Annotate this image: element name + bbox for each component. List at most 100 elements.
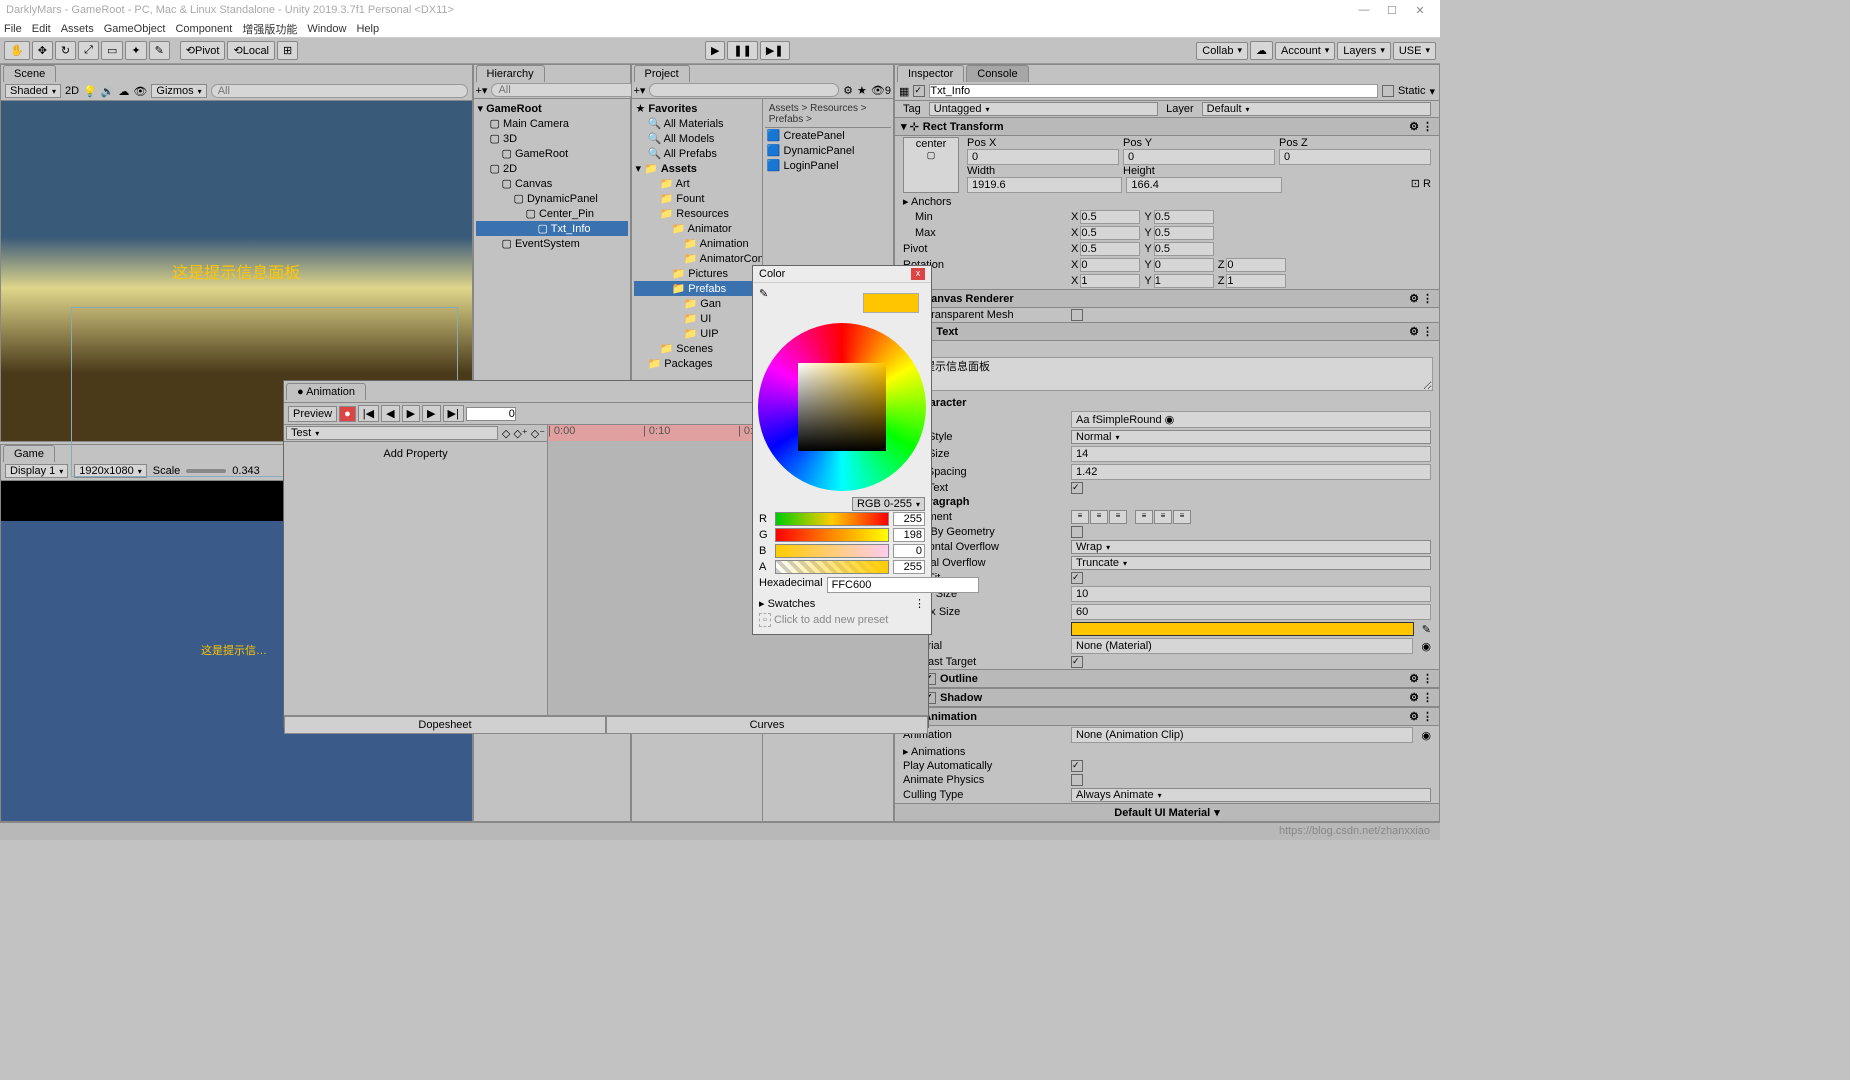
preview-button[interactable]: Preview — [288, 406, 337, 422]
project-item[interactable]: 🔍 All Prefabs — [634, 146, 760, 161]
bestfit-checkbox[interactable] — [1071, 572, 1083, 584]
sv-square[interactable] — [798, 363, 886, 451]
hierarchy-item[interactable]: ▢ Canvas — [476, 176, 628, 191]
default-material[interactable]: Default UI Material ▾ — [895, 803, 1439, 821]
text-component-header[interactable]: ▾ T Text⚙ ⋮ — [895, 322, 1439, 341]
prefab-item[interactable]: 🟦 LoginPanel — [765, 158, 891, 173]
scene-search[interactable] — [211, 84, 468, 98]
b-field[interactable] — [893, 544, 925, 558]
hierarchy-item[interactable]: ▢ GameRoot — [476, 146, 628, 161]
scene-2d-toggle[interactable]: 2D — [65, 85, 79, 97]
project-item[interactable]: 📁 Animator — [634, 221, 760, 236]
close-button[interactable]: ✕ — [1406, 4, 1434, 17]
text-textarea[interactable]: 这是提示信息面板 — [901, 357, 1433, 391]
hierarchy-item[interactable]: ▢ Center_Pin — [476, 206, 628, 221]
project-item[interactable]: 📁 Fount — [634, 191, 760, 206]
r-field[interactable] — [893, 512, 925, 526]
pivot-toggle[interactable]: ⟲Pivot — [180, 41, 226, 60]
account-dropdown[interactable]: Account — [1275, 42, 1335, 60]
move-tool[interactable]: ✥ — [32, 41, 53, 60]
project-item[interactable]: 🔍 All Models — [634, 131, 760, 146]
curves-tab[interactable]: Curves — [606, 716, 928, 734]
hierarchy-item[interactable]: ▢ DynamicPanel — [476, 191, 628, 206]
color-field[interactable] — [1071, 622, 1414, 636]
maximize-button[interactable]: ☐ — [1378, 4, 1406, 17]
g-slider[interactable] — [775, 528, 889, 542]
prefab-item[interactable]: 🟦 DynamicPanel — [765, 143, 891, 158]
clip-dropdown[interactable]: Test — [286, 426, 498, 440]
g-field[interactable] — [893, 528, 925, 542]
layout-dropdown[interactable]: USE — [1393, 42, 1436, 60]
menu-component[interactable]: Component — [175, 23, 232, 35]
maxsize-field[interactable] — [1071, 604, 1431, 620]
scene-light-icon[interactable]: 💡 — [83, 85, 97, 98]
hand-tool[interactable]: ✋ — [4, 41, 30, 60]
hierarchy-item[interactable]: ▢ Main Camera — [476, 116, 628, 131]
rect-tool[interactable]: ▭ — [101, 41, 123, 60]
prev-frame-button[interactable]: ◀ — [381, 405, 399, 422]
create-dropdown[interactable]: +▾ — [476, 84, 488, 97]
anchor-min-x[interactable] — [1080, 210, 1140, 224]
custom-tool[interactable]: ✎ — [149, 41, 170, 60]
project-item[interactable]: 📁 UI — [634, 311, 760, 326]
frame-field[interactable] — [466, 407, 516, 421]
layers-dropdown[interactable]: Layers — [1337, 42, 1391, 60]
scene-audio-icon[interactable]: 🔊 — [101, 85, 115, 98]
project-item[interactable]: 📁 Art — [634, 176, 760, 191]
project-item[interactable]: 📁 Scenes — [634, 341, 760, 356]
menu-file[interactable]: File — [4, 23, 22, 35]
hierarchy-item[interactable]: ▢ Txt_Info — [476, 221, 628, 236]
snap-toggle[interactable]: ⊞ — [277, 41, 298, 60]
project-item[interactable]: 📁 UIP — [634, 326, 760, 341]
project-item[interactable]: 📁 AnimatorControll — [634, 251, 760, 266]
color-picker-window[interactable]: Colorx ✎ RGB 0-255 R G B A Hexadecimal ▸… — [752, 265, 932, 635]
r-slider[interactable] — [775, 512, 889, 526]
playauto-checkbox[interactable] — [1071, 760, 1083, 772]
color-wheel[interactable] — [758, 323, 926, 491]
menu-edit[interactable]: Edit — [32, 23, 51, 35]
fav-icon[interactable]: ★ — [857, 84, 867, 97]
pivot-y[interactable] — [1154, 242, 1214, 256]
hierarchy-tab[interactable]: Hierarchy — [476, 65, 545, 82]
posz-field[interactable] — [1279, 149, 1431, 165]
project-tab[interactable]: Project — [634, 65, 690, 82]
rect-transform-header[interactable]: ▾ ⊹ Rect Transform⚙ ⋮ — [895, 117, 1439, 136]
anchor-min-y[interactable] — [1154, 210, 1214, 224]
animation-tab[interactable]: ● Animation — [286, 383, 366, 400]
font-style-dropdown[interactable]: Normal — [1071, 430, 1431, 444]
scl-y[interactable] — [1154, 274, 1214, 288]
font-field[interactable]: Aa fSimpleRound ◉ — [1071, 411, 1431, 428]
play-anim-button[interactable]: ▶ — [402, 405, 420, 422]
menu-enhanced[interactable]: 增强版功能 — [242, 21, 297, 37]
v-overflow-dropdown[interactable]: Truncate — [1071, 556, 1431, 570]
anchor-preset[interactable]: center▢ — [903, 137, 959, 193]
local-toggle[interactable]: ⟲Local — [227, 41, 275, 60]
static-checkbox[interactable] — [1382, 85, 1394, 97]
outline-header[interactable]: ▸ ▢ Outline⚙ ⋮ — [895, 669, 1439, 688]
height-field[interactable] — [1126, 177, 1281, 193]
game-tab[interactable]: Game — [3, 445, 55, 462]
scl-z[interactable] — [1226, 274, 1286, 288]
gizmos-dropdown[interactable]: Gizmos — [151, 84, 206, 98]
pivot-x[interactable] — [1080, 242, 1140, 256]
shading-mode[interactable]: Shaded — [5, 84, 61, 98]
project-item[interactable]: 📁 Pictures — [634, 266, 760, 281]
alignbg-checkbox[interactable] — [1071, 526, 1083, 538]
minsize-field[interactable] — [1071, 586, 1431, 602]
color-picker-close[interactable]: x — [911, 268, 925, 280]
add-preset-button[interactable]: ▫ — [759, 613, 771, 627]
a-field[interactable] — [893, 560, 925, 574]
rot-z[interactable] — [1226, 258, 1286, 272]
next-frame-button[interactable]: ▶ — [422, 405, 440, 422]
animation-header[interactable]: ▾ ◉ Animation⚙ ⋮ — [895, 707, 1439, 726]
hierarchy-item[interactable]: ▢ 3D — [476, 131, 628, 146]
project-item[interactable]: 📁 Packages — [634, 356, 760, 371]
play-button[interactable]: ▶ — [705, 41, 725, 60]
hex-field[interactable] — [827, 577, 979, 593]
rot-y[interactable] — [1154, 258, 1214, 272]
add-property-button[interactable]: Add Property — [290, 448, 541, 460]
scene-hidden-icon[interactable]: 👁 — [133, 85, 147, 98]
project-item[interactable]: 🔍 All Materials — [634, 116, 760, 131]
anim-clip-field[interactable]: None (Animation Clip) — [1071, 727, 1413, 743]
prefab-item[interactable]: 🟦 CreatePanel — [765, 128, 891, 143]
